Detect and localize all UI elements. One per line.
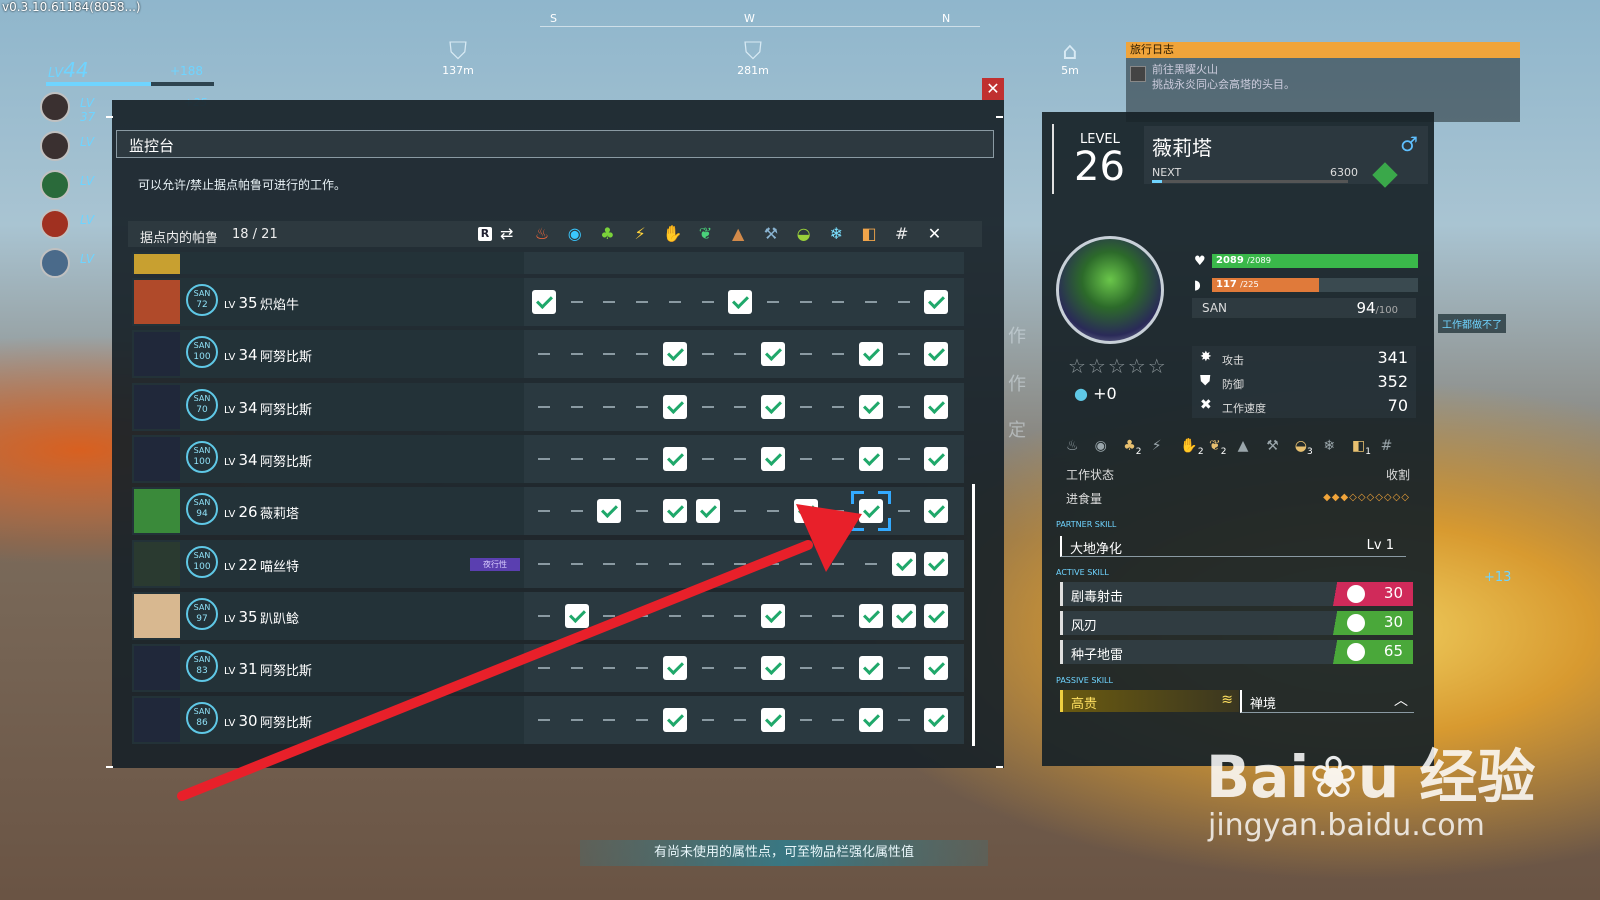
notice-banner: 有尚未使用的属性点，可至物品栏强化属性值 [580, 840, 988, 866]
watermark-logo: Bai❀u 经验 [1206, 743, 1536, 811]
paw-icon: ❀ [1309, 743, 1358, 811]
watermark-url: jingyan.baidu.com [1208, 808, 1485, 843]
